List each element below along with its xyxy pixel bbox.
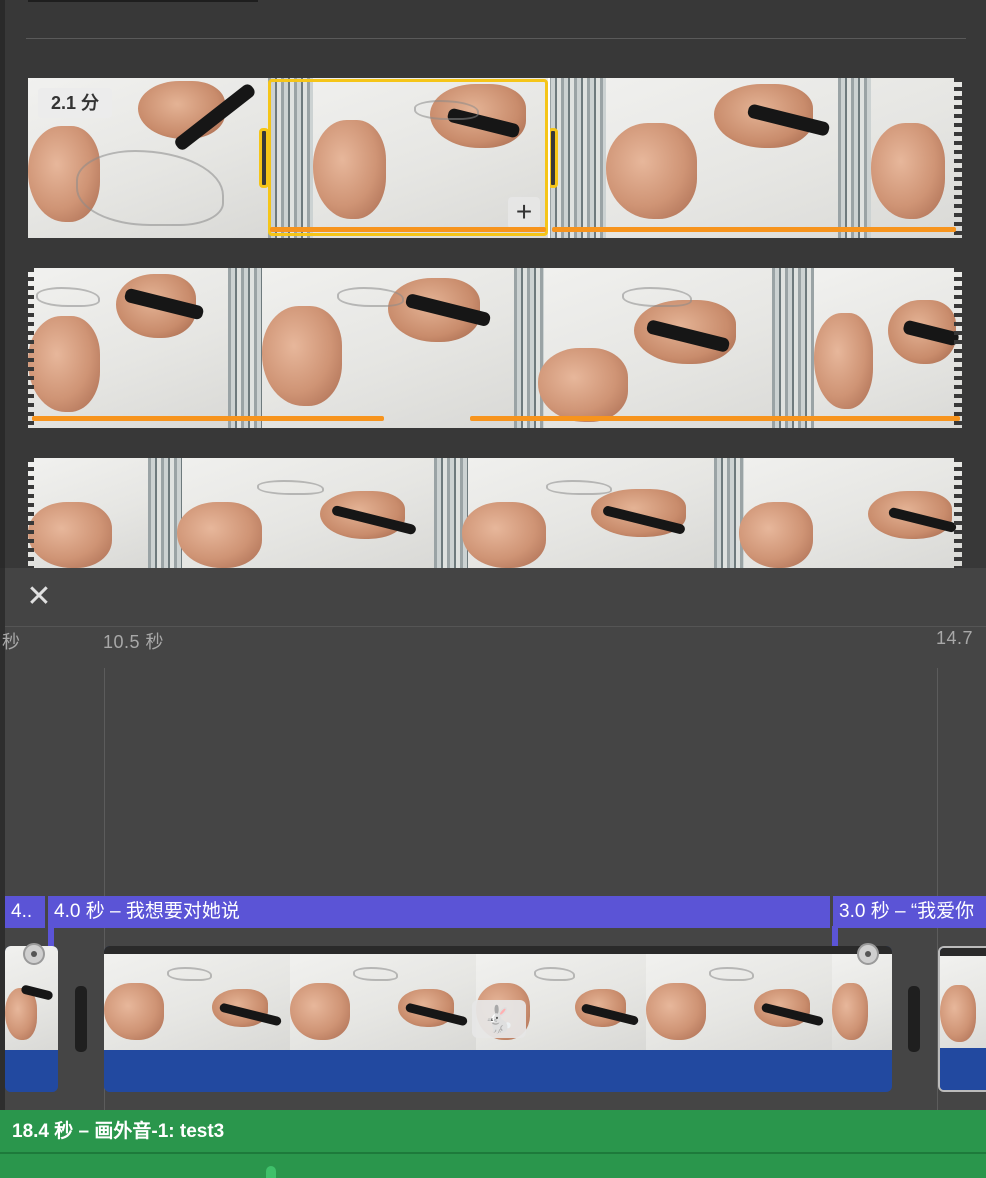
thumbnail	[228, 268, 514, 428]
thumbnail	[148, 458, 434, 568]
transition-handle[interactable]	[908, 986, 920, 1052]
keyframe-dot[interactable]	[23, 943, 45, 965]
close-icon[interactable]: ✕	[24, 582, 54, 612]
ruler-label: 10.5 秒	[103, 632, 165, 652]
thumbnail	[714, 458, 962, 568]
thumbnail	[514, 268, 814, 428]
voiceover-clip[interactable]: 18.4 秒 – 画外音-1: test3	[0, 1110, 986, 1178]
thumbnail	[28, 458, 148, 568]
range-selection[interactable]	[268, 79, 548, 236]
thumbnail	[548, 78, 962, 238]
favorite-marker	[552, 227, 956, 232]
title-connector	[832, 926, 838, 948]
left-edge	[0, 0, 5, 568]
previous-strip-edge	[28, 0, 258, 2]
range-start-handle[interactable]	[259, 128, 269, 188]
audio-clip-label: 18.4 秒 – 画外音-1: test3	[12, 1121, 225, 1142]
add-to-movie-button[interactable]: +	[508, 197, 540, 229]
favorite-marker	[270, 227, 546, 232]
title-clip[interactable]: 3.0 秒 – “我爱你	[833, 896, 986, 928]
rabbit-icon[interactable]: 🐇	[472, 1000, 526, 1038]
ruler-label: 14.7	[936, 628, 974, 648]
event-browser: 2.1 分 +	[0, 0, 986, 568]
browser-divider	[26, 38, 966, 39]
project-timeline: ✕ 秒 10.5 秒 14.7 4.. 4.0 秒 – 我想要对她说 3.0 秒…	[0, 568, 986, 1178]
thumbnail	[434, 458, 714, 568]
duration-badge: 2.1 分	[38, 88, 112, 118]
title-clip[interactable]: 4.0 秒 – 我想要对她说	[48, 896, 830, 928]
transition-handle[interactable]	[75, 986, 87, 1052]
timeline-header: ✕	[0, 568, 986, 627]
clip-filmstrip[interactable]	[28, 268, 962, 428]
title-connector	[48, 926, 54, 948]
thumbnail	[28, 268, 228, 428]
clip-filmstrip[interactable]	[28, 458, 962, 568]
keyframe-dot[interactable]	[857, 943, 879, 965]
favorite-marker	[32, 416, 384, 421]
favorite-marker	[470, 416, 960, 421]
video-clip[interactable]	[5, 946, 58, 1092]
thumbnail	[814, 268, 962, 428]
audio-baseline	[0, 1152, 986, 1154]
title-clip[interactable]: 4..	[5, 896, 45, 928]
waveform	[266, 1166, 276, 1178]
skimmer-playhead	[548, 78, 550, 238]
video-clip[interactable]	[938, 946, 986, 1092]
ruler-label: 秒	[2, 632, 21, 652]
